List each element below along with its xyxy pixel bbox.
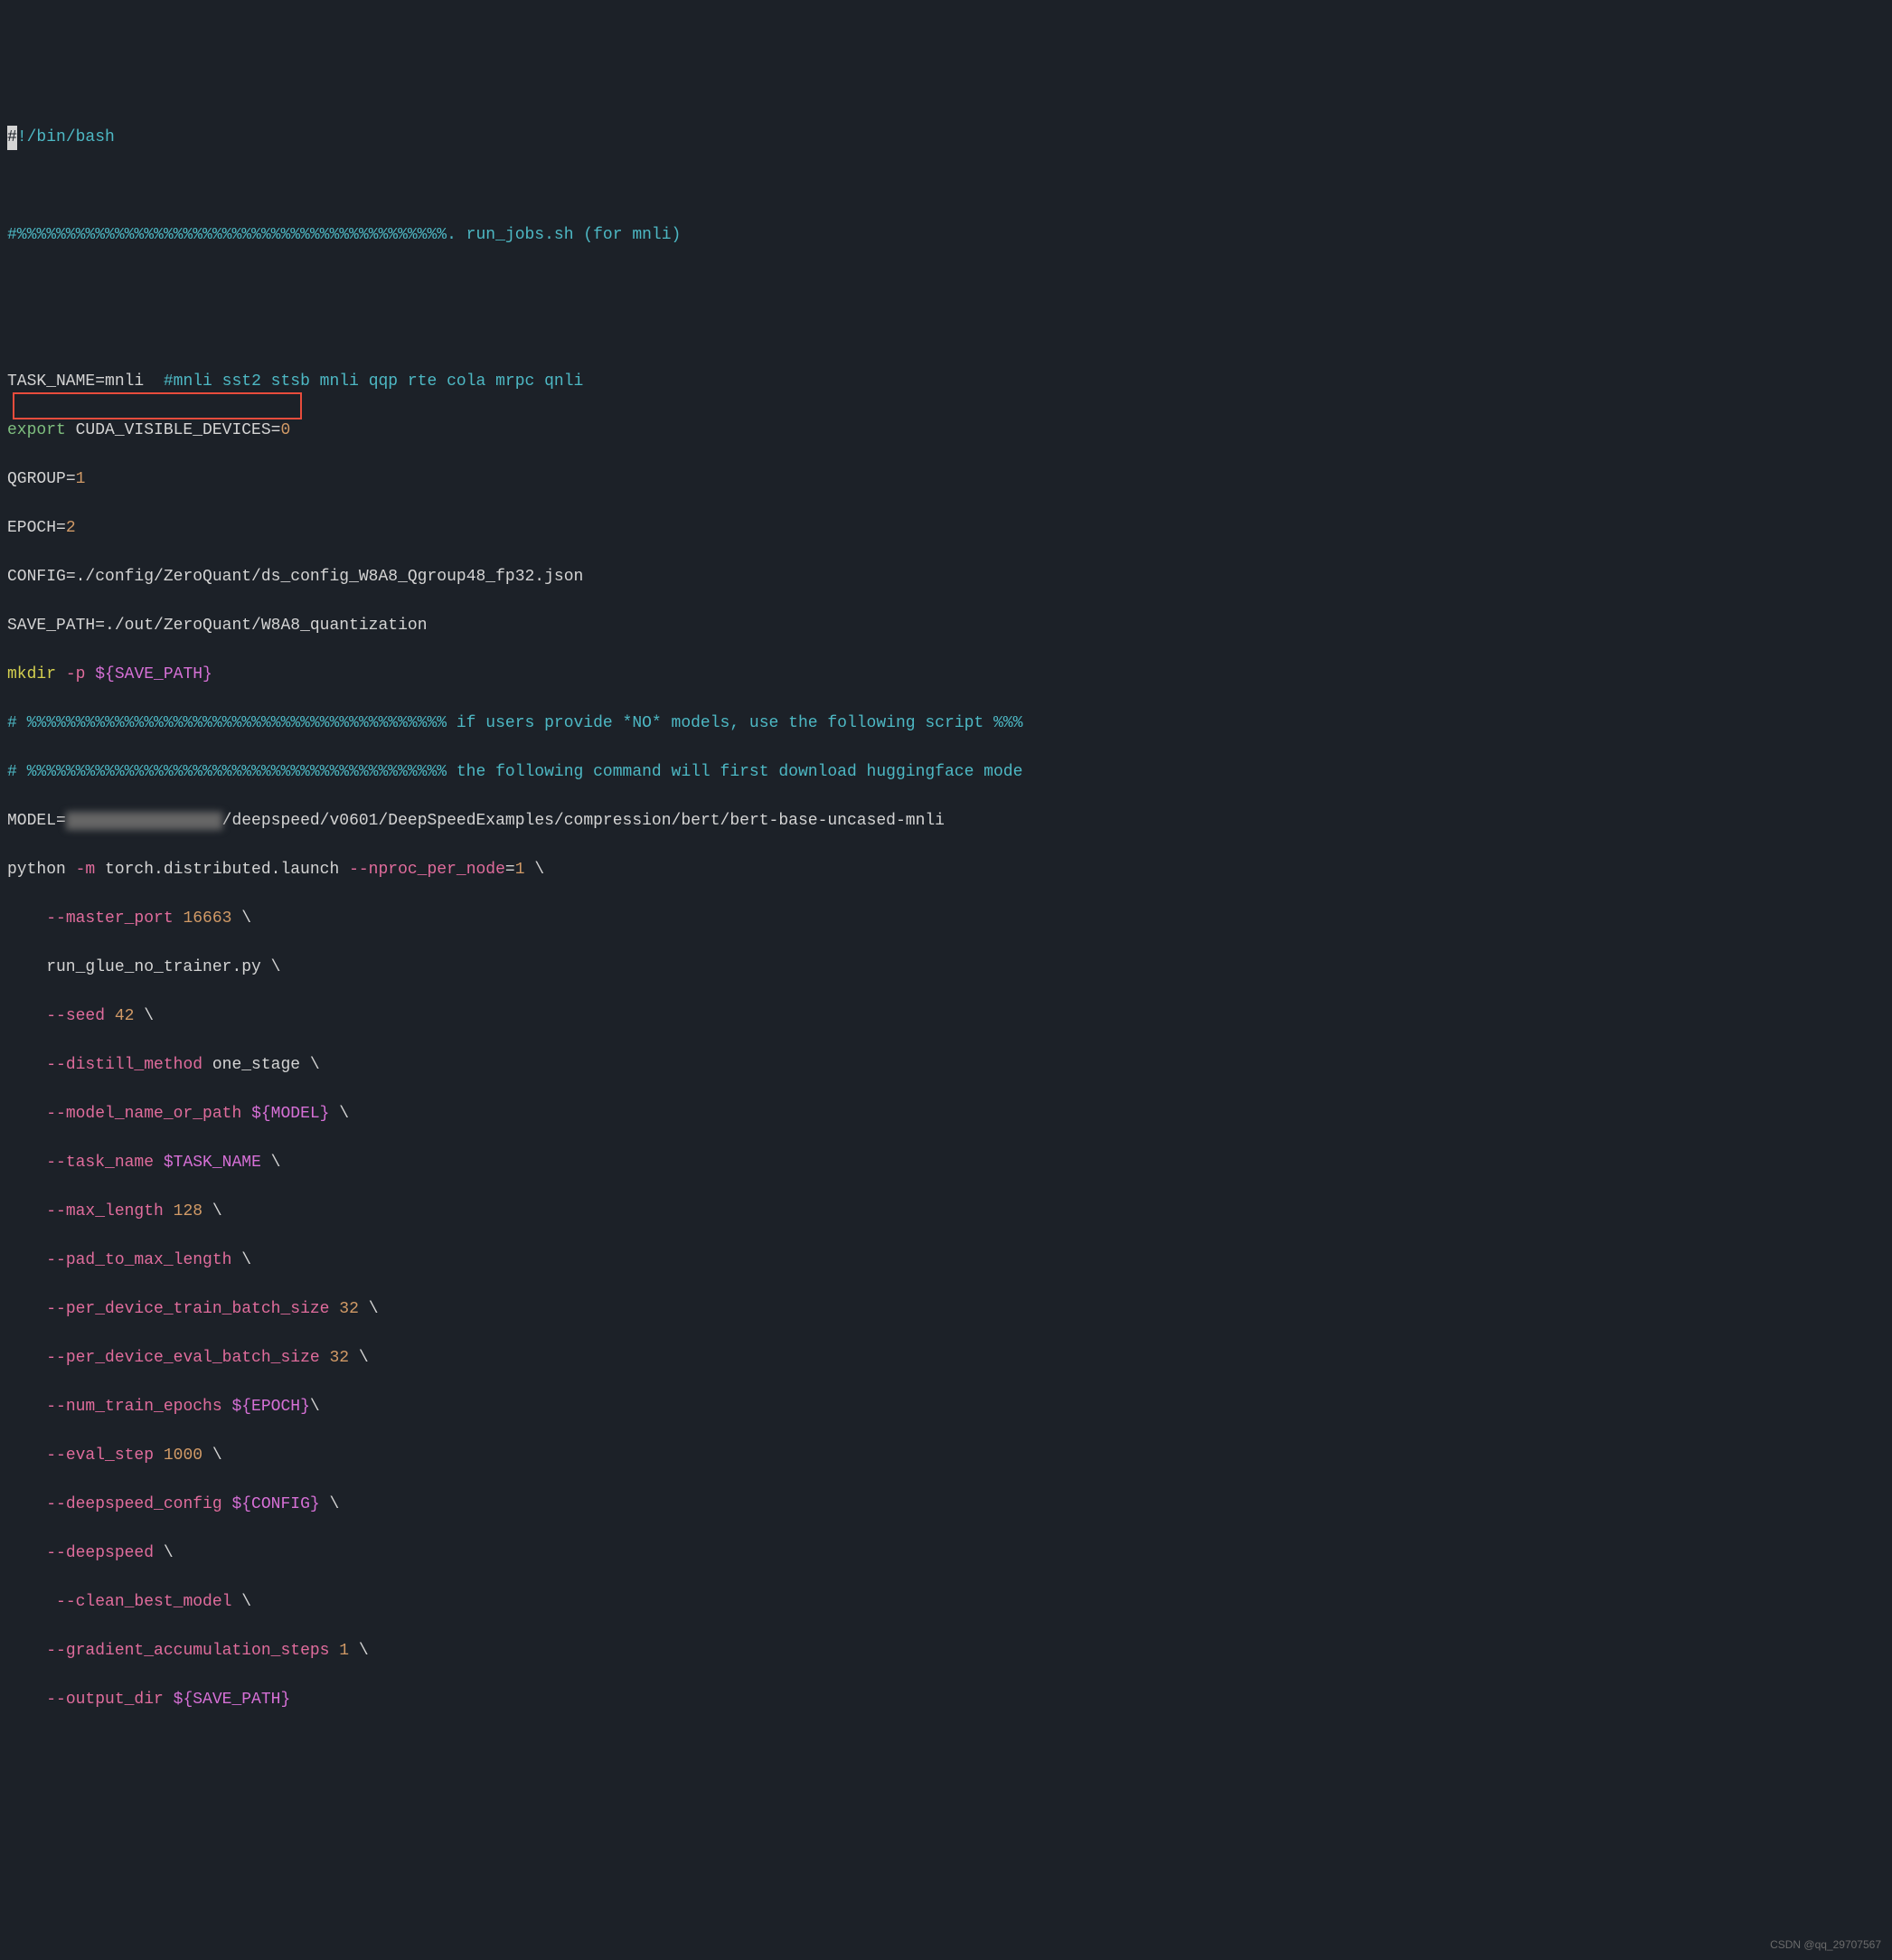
code-line-maxlength: --max_length 128 \	[7, 1200, 1885, 1224]
code-line-tasknameflag: --task_name $TASK_NAME \	[7, 1151, 1885, 1175]
code-line-blank	[7, 321, 1885, 345]
code-line-distill: --distill_method one_stage \	[7, 1053, 1885, 1078]
code-line-evalbatch: --per_device_eval_batch_size 32 \	[7, 1346, 1885, 1371]
code-line-evalstep: --eval_step 1000 \	[7, 1444, 1885, 1468]
code-line-model: MODEL=████████████████/deepspeed/v0601/D…	[7, 809, 1885, 834]
code-line-padtomax: --pad_to_max_length \	[7, 1249, 1885, 1273]
code-editor[interactable]: #!/bin/bash #%%%%%%%%%%%%%%%%%%%%%%%%%%%…	[7, 101, 1885, 1737]
code-line-mkdir: mkdir -p ${SAVE_PATH}	[7, 663, 1885, 687]
cursor: #	[7, 126, 17, 150]
code-line-blank	[7, 174, 1885, 199]
code-line-masterport: --master_port 16663 \	[7, 907, 1885, 931]
redacted-path: ████████████████	[66, 812, 222, 830]
code-line-python: python -m torch.distributed.launch --npr…	[7, 858, 1885, 882]
code-line-savepath: SAVE_PATH=./out/ZeroQuant/W8A8_quantizat…	[7, 614, 1885, 638]
code-line-qgroup: QGROUP=1	[7, 467, 1885, 492]
code-line-runfile: run_glue_no_trainer.py \	[7, 956, 1885, 980]
code-line-comment-script: # %%%%%%%%%%%%%%%%%%%%%%%%%%%%%%%%%%%%%%…	[7, 711, 1885, 736]
code-line-epochs: --num_train_epochs ${EPOCH}\	[7, 1395, 1885, 1419]
code-line-outputdir: --output_dir ${SAVE_PATH}	[7, 1688, 1885, 1712]
code-line-comment-header: #%%%%%%%%%%%%%%%%%%%%%%%%%%%%%%%%%%%%%%%…	[7, 223, 1885, 248]
code-line-epoch: EPOCH=2	[7, 516, 1885, 541]
code-line-config: CONFIG=./config/ZeroQuant/ds_config_W8A8…	[7, 565, 1885, 589]
code-line-gradaccum: --gradient_accumulation_steps 1 \	[7, 1639, 1885, 1663]
code-line-deepspeed: --deepspeed \	[7, 1541, 1885, 1566]
code-line-blank	[7, 272, 1885, 297]
code-line-savebest: --clean_best_model \	[7, 1590, 1885, 1615]
code-line-shebang: #!/bin/bash	[7, 126, 1885, 150]
code-line-seed: --seed 42 \	[7, 1004, 1885, 1029]
code-line-modelname: --model_name_or_path ${MODEL} \	[7, 1102, 1885, 1126]
code-line-dsconfig: --deepspeed_config ${CONFIG} \	[7, 1493, 1885, 1517]
code-line-comment-download: # %%%%%%%%%%%%%%%%%%%%%%%%%%%%%%%%%%%%%%…	[7, 760, 1885, 785]
code-line-export: export CUDA_VISIBLE_DEVICES=0	[7, 419, 1885, 443]
code-line-taskname: TASK_NAME=mnli #mnli sst2 stsb mnli qqp …	[7, 370, 1885, 394]
code-line-trainbatch: --per_device_train_batch_size 32 \	[7, 1297, 1885, 1322]
watermark: CSDN @qq_29707567	[1770, 1936, 1881, 1953]
